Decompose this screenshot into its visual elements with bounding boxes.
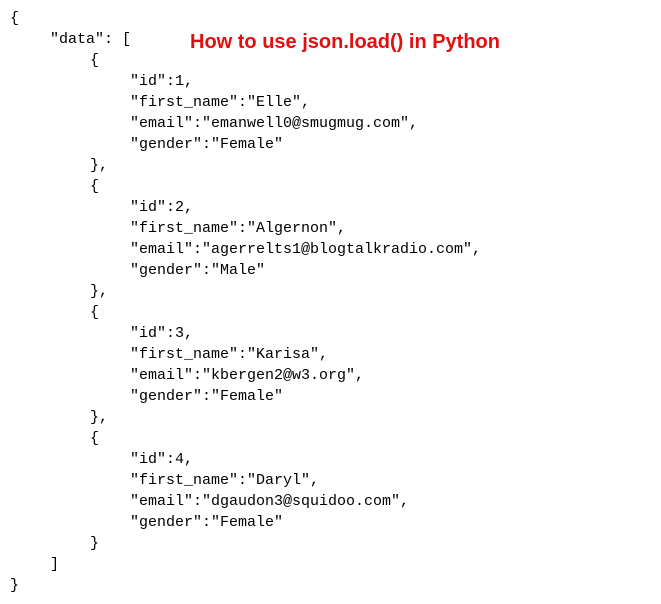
object-open: {: [90, 430, 99, 447]
object-close: },: [90, 283, 108, 300]
object-close: },: [90, 409, 108, 426]
object-close-last: }: [90, 535, 99, 552]
array-close: ]: [50, 556, 59, 573]
object-open: {: [90, 304, 99, 321]
title-annotation: How to use json.load() in Python: [190, 28, 500, 56]
gender-line: "gender":"Female": [130, 136, 283, 153]
object-close: },: [90, 157, 108, 174]
email-line: "email":"dgaudon3@squidoo.com",: [130, 493, 409, 510]
object-open: {: [90, 52, 99, 69]
email-line: "email":"agerrelts1@blogtalkradio.com",: [130, 241, 481, 258]
gender-line: "gender":"Male": [130, 262, 265, 279]
first-name-line: "first_name":"Elle",: [130, 94, 310, 111]
object-open: {: [90, 178, 99, 195]
id-line: "id":4,: [130, 451, 193, 468]
id-line: "id":3,: [130, 325, 193, 342]
gender-line: "gender":"Female": [130, 514, 283, 531]
brace-close: }: [10, 577, 19, 594]
email-line: "email":"kbergen2@w3.org",: [130, 367, 364, 384]
email-line: "email":"emanwell0@smugmug.com",: [130, 115, 418, 132]
id-line: "id":1,: [130, 73, 193, 90]
id-line: "id":2,: [130, 199, 193, 216]
first-name-line: "first_name":"Algernon",: [130, 220, 346, 237]
brace-open: {: [10, 10, 19, 27]
gender-line: "gender":"Female": [130, 388, 283, 405]
first-name-line: "first_name":"Karisa",: [130, 346, 328, 363]
code-block: { "data": [ { "id":1, "first_name":"Elle…: [10, 8, 651, 596]
data-key-open: "data": [: [50, 31, 131, 48]
first-name-line: "first_name":"Daryl",: [130, 472, 319, 489]
